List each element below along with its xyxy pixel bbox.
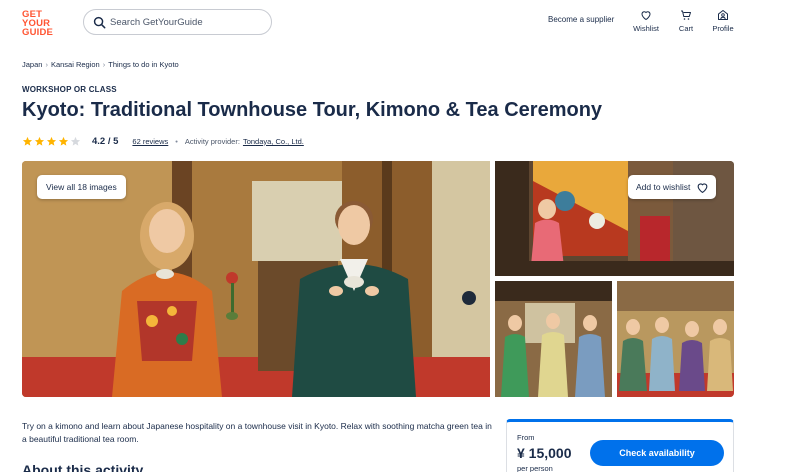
star-icon [58,136,69,146]
activity-category: WORKSHOP OR CLASS [22,85,117,94]
profile-label: Profile [712,24,734,33]
breadcrumb-item-kyoto[interactable]: Things to do in Kyoto [108,60,178,69]
reviews-link[interactable]: 62 reviews [132,137,168,146]
cart-icon [681,10,691,20]
logo[interactable]: GET YOUR GUIDE [22,10,56,38]
site-header: GET YOUR GUIDE Search GetYourGuide Becom… [0,0,800,48]
chevron-right-icon: › [45,60,48,69]
breadcrumb: Japan › Kansai Region › Things to do in Kyot… [22,60,179,69]
star-icon [34,136,45,146]
profile-nav[interactable]: Profile [705,9,741,33]
gallery-photo-3[interactable] [495,281,612,397]
photo-gallery [22,161,734,397]
star-icon [70,136,81,146]
wishlist-label: Wishlist [633,24,659,33]
per-person-label: per person [517,464,553,472]
search-icon [93,16,106,29]
about-heading: About this activity [22,462,144,472]
group-kimono-photo [495,281,612,397]
cart-nav[interactable]: Cart [668,9,704,33]
add-to-wishlist-label: Add to wishlist [636,182,691,192]
price-from-label: From [517,433,535,442]
star-icon [46,136,57,146]
rating-row: 4.2 / 5 62 reviews • Activity provider: … [22,134,304,148]
add-to-wishlist-button[interactable]: Add to wishlist [628,175,717,199]
logo-line-3: GUIDE [22,27,54,38]
breadcrumb-item-kansai[interactable]: Kansai Region [51,60,100,69]
become-supplier-link[interactable]: Become a supplier [548,15,614,24]
chevron-right-icon: › [102,60,106,69]
heart-icon [641,11,651,21]
rating-value: 4.2 / 5 [92,135,119,147]
view-all-images-button[interactable]: View all 18 images [37,175,126,199]
gallery-photo-4[interactable] [617,281,734,397]
booking-card: From ¥ 15,000 per person Check availabil… [506,419,734,472]
cart-label: Cart [678,24,694,33]
breadcrumb-item-japan[interactable]: Japan [22,60,42,69]
separator-dot: • [175,136,178,146]
provider-link[interactable]: Tondaya, Co., Ltd. [243,137,304,146]
star-icon [22,136,33,146]
profile-icon [718,10,728,20]
page-title: Kyoto: Traditional Townhouse Tour, Kimon… [22,99,603,121]
search-placeholder: Search GetYourGuide [110,17,203,28]
tea-room-group-photo [617,281,734,397]
wishlist-nav[interactable]: Wishlist [628,9,664,33]
check-availability-button[interactable]: Check availability [590,440,724,466]
heart-icon [697,182,708,193]
activity-intro: Try on a kimono and learn about Japanese… [22,421,492,444]
price-value: ¥ 15,000 [517,445,572,461]
search-input[interactable]: Search GetYourGuide [83,9,272,35]
star-rating [22,136,81,147]
provider-label: Activity provider: [184,136,240,146]
